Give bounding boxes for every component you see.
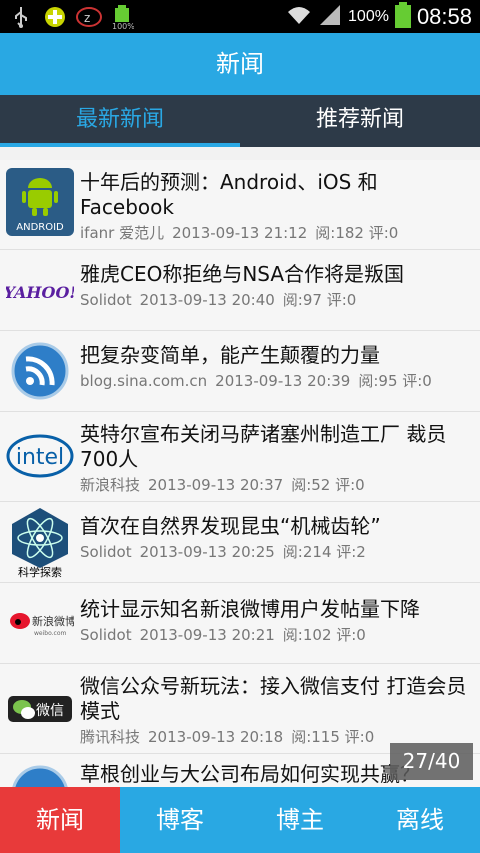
news-source: Solidot xyxy=(80,291,132,309)
nav-blog[interactable]: 博客 xyxy=(120,787,240,853)
news-title: 微信公众号新玩法：接入微信支付 打造会员模式 xyxy=(80,674,467,723)
svg-text:100%: 100% xyxy=(112,22,134,30)
news-meta: Solidot 2013-09-13 20:25 阅:214 评:2 xyxy=(80,541,472,562)
news-meta: Solidot 2013-09-13 20:40 阅:97 评:0 xyxy=(80,289,472,310)
news-list[interactable]: ANDROID 十年后的预测：Android、iOS 和 Facebook if… xyxy=(0,160,480,787)
news-item[interactable]: 把复杂变简单，能产生颠覆的力量 blog.sina.com.cn 2013-09-… xyxy=(0,331,480,412)
nav-offline[interactable]: 离线 xyxy=(360,787,480,853)
sina-blog-logo-icon xyxy=(6,337,74,405)
science-logo-icon: 科学探索 xyxy=(6,506,74,579)
weibo-logo-icon: 新浪微博 weibo.com xyxy=(6,589,76,657)
svg-text:ANDROID: ANDROID xyxy=(16,222,64,233)
news-stats: 阅:97 评:0 xyxy=(282,291,357,309)
status-bar: z 100% 100% 08:58 xyxy=(0,0,480,33)
wifi-icon xyxy=(286,4,312,30)
usb-icon xyxy=(8,4,34,30)
news-stats: 阅:115 评:0 xyxy=(291,728,375,746)
news-stats: 阅:182 评:0 xyxy=(315,224,399,242)
news-time: 2013-09-13 20:40 xyxy=(139,291,275,309)
app-green-icon xyxy=(42,4,68,30)
tab-latest-news[interactable]: 最新新闻 xyxy=(0,95,240,147)
battery-percent: 100% xyxy=(348,7,389,25)
news-time: 2013-09-13 20:21 xyxy=(139,626,275,644)
page-title: 新闻 xyxy=(0,33,480,95)
clock: 08:58 xyxy=(416,3,472,29)
news-item[interactable]: intel 英特尔宣布关闭马萨诸塞州制造工厂 裁员700人 新浪科技 2013-0… xyxy=(0,412,480,502)
svg-text:微信: 微信 xyxy=(36,703,64,719)
news-source: 新浪科技 xyxy=(80,476,141,494)
news-source: 腾讯科技 xyxy=(80,728,141,746)
news-title: 英特尔宣布关闭马萨诸塞州制造工厂 裁员700人 xyxy=(80,422,447,471)
svg-text:新浪微博: 新浪微博 xyxy=(32,614,74,628)
tab-bar: 最新新闻 推荐新闻 xyxy=(0,95,480,147)
news-stats: 阅:102 评:0 xyxy=(282,626,366,644)
news-item[interactable]: 科学探索 首次在自然界发现昆虫“机械齿轮” Solidot 2013-09-13 … xyxy=(0,502,480,583)
news-time: 2013-09-13 20:37 xyxy=(148,476,284,494)
battery-icon xyxy=(394,1,411,32)
news-time: 2013-09-13 20:18 xyxy=(148,728,284,746)
news-title: 雅虎CEO称拒绝与NSA合作将是叛国 xyxy=(80,262,405,286)
news-item[interactable]: YAHOO! 雅虎CEO称拒绝与NSA合作将是叛国 Solidot 2013-09… xyxy=(0,250,480,331)
svg-text:weibo.com: weibo.com xyxy=(34,630,67,637)
news-source: Solidot xyxy=(80,626,132,644)
news-time: 2013-09-13 20:39 xyxy=(215,372,351,390)
news-title: 十年后的预测：Android、iOS 和 Facebook xyxy=(80,170,378,219)
news-title: 把复杂变简单，能产生颠覆的力量 xyxy=(80,343,380,367)
signal-icon xyxy=(318,4,342,30)
yahoo-logo-icon: YAHOO! xyxy=(4,256,77,324)
news-item[interactable]: 微信 微信公众号新玩法：接入微信支付 打造会员模式 腾讯科技 2013-09-13… xyxy=(0,664,480,754)
news-source: blog.sina.com.cn xyxy=(80,372,208,390)
svg-text:z: z xyxy=(84,11,90,25)
sina-blog-logo-icon xyxy=(6,760,74,787)
news-source: ifanr 爱范儿 xyxy=(80,224,165,242)
news-item[interactable]: ANDROID 十年后的预测：Android、iOS 和 Facebook if… xyxy=(0,160,480,250)
news-source: Solidot xyxy=(80,543,132,561)
news-item[interactable]: 新浪微博 weibo.com 统计显示知名新浪微博用户发帖量下降 Solidot… xyxy=(0,583,480,664)
news-stats: 阅:214 评:2 xyxy=(282,543,366,561)
news-time: 2013-09-13 20:25 xyxy=(139,543,275,561)
svg-text:intel: intel xyxy=(16,445,64,470)
news-time: 2013-09-13 21:12 xyxy=(172,224,308,242)
news-stats: 阅:52 评:0 xyxy=(291,476,365,494)
news-meta: ifanr 爱范儿 2013-09-13 21:12 阅:182 评:0 xyxy=(80,222,472,243)
android-logo-icon: ANDROID xyxy=(6,168,74,236)
wechat-logo-icon: 微信 xyxy=(6,674,74,742)
news-meta: Solidot 2013-09-13 20:21 阅:102 评:0 xyxy=(80,624,472,645)
intel-logo-icon: intel xyxy=(6,422,74,490)
news-title: 首次在自然界发现昆虫“机械齿轮” xyxy=(80,514,381,538)
battery-small-icon: 100% xyxy=(110,4,136,30)
news-title: 统计显示知名新浪微博用户发帖量下降 xyxy=(80,597,420,621)
app-red-icon: z xyxy=(76,4,102,30)
nav-news[interactable]: 新闻 xyxy=(0,787,120,853)
news-meta: 新浪科技 2013-09-13 20:37 阅:52 评:0 xyxy=(80,474,472,495)
tab-recommended-news[interactable]: 推荐新闻 xyxy=(240,95,480,147)
svg-text:YAHOO!: YAHOO! xyxy=(6,283,74,302)
nav-blogger[interactable]: 博主 xyxy=(240,787,360,853)
bottom-nav: 新闻 博客 博主 离线 xyxy=(0,787,480,853)
news-meta: blog.sina.com.cn 2013-09-13 20:39 阅:95 评:0 xyxy=(80,370,472,391)
page-indicator: 27/40 xyxy=(390,743,473,780)
svg-text:科学探索: 科学探索 xyxy=(18,565,62,578)
news-stats: 阅:95 评:0 xyxy=(358,372,432,390)
